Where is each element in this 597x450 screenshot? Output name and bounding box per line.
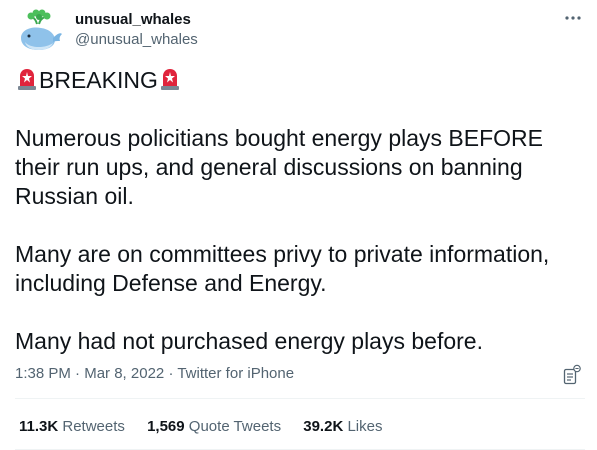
tweet-card: unusual_whales @unusual_whales BREAKING … xyxy=(0,0,597,450)
quote-tweets-label: Quote Tweets xyxy=(188,418,282,435)
tweet-header: unusual_whales @unusual_whales xyxy=(15,8,585,56)
tweet-line: Many had not purchased energy plays befo… xyxy=(15,328,483,354)
tweet-line: Many are on committees privy to private … xyxy=(15,241,550,267)
likes-stat[interactable]: 39.2K Likes xyxy=(303,417,382,437)
tweet-time[interactable]: 1:38 PM xyxy=(15,365,71,382)
whale-icon xyxy=(21,9,62,50)
retweets-label: Retweets xyxy=(62,418,125,435)
analytics-icon xyxy=(563,364,581,385)
breaking-label: BREAKING xyxy=(39,67,158,93)
author-names: unusual_whales @unusual_whales xyxy=(75,10,198,50)
meta-separator: · xyxy=(168,365,174,382)
siren-icon xyxy=(18,69,36,90)
likes-label: Likes xyxy=(347,418,383,435)
more-horizontal-icon xyxy=(565,16,581,20)
tweet-line: their run ups, and general discussions o… xyxy=(15,154,523,180)
retweets-stat[interactable]: 11.3K Retweets xyxy=(19,417,125,437)
tweet-stats: 11.3K Retweets 1,569 Quote Tweets 39.2K … xyxy=(19,417,400,437)
avatar[interactable] xyxy=(15,8,63,56)
meta-separator: · xyxy=(75,365,81,382)
tweet-date[interactable]: Mar 8, 2022 xyxy=(84,365,164,382)
tweet-line: Russian oil. xyxy=(15,183,134,209)
tweet-line: including Defense and Energy. xyxy=(15,270,327,296)
analytics-button[interactable] xyxy=(562,364,582,386)
more-options-button[interactable] xyxy=(561,8,585,28)
handle[interactable]: @unusual_whales xyxy=(75,30,198,50)
tweet-meta: 1:38 PM · Mar 8, 2022 · Twitter for iPho… xyxy=(15,364,294,384)
tweet-source[interactable]: Twitter for iPhone xyxy=(177,365,294,382)
quote-tweets-stat[interactable]: 1,569 Quote Tweets xyxy=(147,417,281,437)
display-name[interactable]: unusual_whales xyxy=(75,10,198,30)
retweets-count: 11.3K xyxy=(19,418,59,435)
quote-tweets-count: 1,569 xyxy=(147,418,185,435)
tweet-text: BREAKING Numerous policitians bought ene… xyxy=(15,66,585,356)
siren-icon xyxy=(160,69,179,90)
breaking-line: BREAKING xyxy=(15,66,585,95)
divider xyxy=(15,398,585,399)
likes-count: 39.2K xyxy=(303,418,344,435)
tweet-line: Numerous policitians bought energy plays… xyxy=(15,125,543,151)
